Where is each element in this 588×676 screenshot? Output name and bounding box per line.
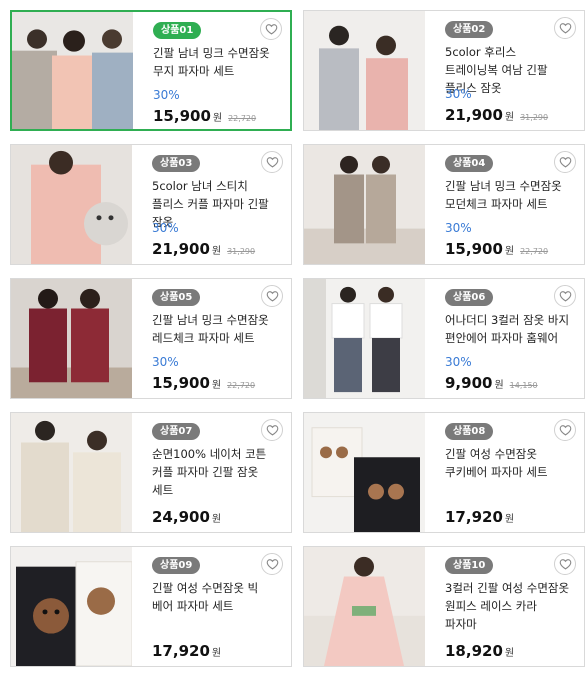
product-title[interactable]: 순면100% 네이처 코튼 커플 파자마 긴팔 잠옷 세트 xyxy=(152,445,278,499)
original-price: 22,720 xyxy=(228,114,257,123)
product-image[interactable] xyxy=(11,145,132,264)
product-card-09[interactable]: 상품09 긴팔 여성 수면잠옷 빅 베어 파자마 세트 17,920 원 xyxy=(10,546,292,667)
product-card-10[interactable]: 상품10 3컬러 긴팔 여성 수면잠옷 원피스 레이스 카라 파자마 18,92… xyxy=(303,546,585,667)
product-badge: 상품02 xyxy=(445,21,494,38)
discount-rate: 30% xyxy=(445,221,472,235)
product-card-01[interactable]: 상품01 긴팔 남녀 밍크 수면잠옷 무지 파자마 세트 30% 15,900 원… xyxy=(10,10,292,131)
product-card-02[interactable]: 상품02 5color 후리스 트레이닝복 여남 긴팔 플리스 잠옷 30% 2… xyxy=(303,10,585,131)
product-card-06[interactable]: 상품06 어나더디 3컬러 잠옷 바지 편안에어 파자마 홈웨어 30% 9,9… xyxy=(303,278,585,399)
original-price: 31,290 xyxy=(520,113,549,122)
currency-label: 원 xyxy=(211,514,222,525)
original-price: 22,720 xyxy=(227,381,256,390)
product-card-08[interactable]: 상품08 긴팔 여성 수면잠옷 쿠키베어 파자마 세트 17,920 원 xyxy=(303,412,585,533)
price-value: 15,900 xyxy=(445,240,503,258)
price-value: 21,900 xyxy=(445,106,503,124)
currency-label: 원 xyxy=(212,113,223,124)
product-image[interactable] xyxy=(304,279,425,398)
product-card-07[interactable]: 상품07 순면100% 네이처 코튼 커플 파자마 긴팔 잠옷 세트 24,90… xyxy=(10,412,292,533)
product-image[interactable] xyxy=(12,12,133,129)
currency-label: 원 xyxy=(211,648,222,659)
price: 21,900 원 31,290 xyxy=(152,240,255,258)
price: 9,900 원 14,150 xyxy=(445,374,538,392)
product-card-04[interactable]: 상품04 긴팔 남녀 밍크 수면잠옷 모던체크 파자마 세트 30% 15,90… xyxy=(303,144,585,265)
product-badge: 상품07 xyxy=(152,423,201,440)
price: 24,900 원 xyxy=(152,508,221,526)
price: 15,900 원 22,720 xyxy=(445,240,548,258)
discount-rate: 30% xyxy=(152,355,179,369)
product-badge: 상품06 xyxy=(445,289,494,306)
product-image[interactable] xyxy=(11,413,132,532)
product-card-03[interactable]: 상품03 5color 남녀 스티치 플리스 커플 파자마 긴팔 잠옷 30% … xyxy=(10,144,292,265)
product-title[interactable]: 어나더디 3컬러 잠옷 바지 편안에어 파자마 홈웨어 xyxy=(445,311,571,347)
price: 18,920 원 xyxy=(445,642,514,660)
original-price: 22,720 xyxy=(520,247,549,256)
heart-outline-icon[interactable] xyxy=(554,419,576,441)
product-card-05[interactable]: 상품05 긴팔 남녀 밍크 수면잠옷 레드체크 파자마 세트 30% 15,90… xyxy=(10,278,292,399)
heart-outline-icon[interactable] xyxy=(554,285,576,307)
discount-rate: 30% xyxy=(152,221,179,235)
price-value: 18,920 xyxy=(445,642,503,660)
heart-outline-icon[interactable] xyxy=(261,285,283,307)
price: 21,900 원 31,290 xyxy=(445,106,548,124)
product-badge: 상품08 xyxy=(445,423,494,440)
currency-label: 원 xyxy=(504,514,515,525)
heart-outline-icon[interactable] xyxy=(261,553,283,575)
product-title[interactable]: 3컬러 긴팔 여성 수면잠옷 원피스 레이스 카라 파자마 xyxy=(445,579,571,633)
price-value: 21,900 xyxy=(152,240,210,258)
price-value: 15,900 xyxy=(152,374,210,392)
heart-outline-icon[interactable] xyxy=(554,151,576,173)
original-price: 31,290 xyxy=(227,247,256,256)
product-title[interactable]: 긴팔 남녀 밍크 수면잠옷 모던체크 파자마 세트 xyxy=(445,177,571,213)
currency-label: 원 xyxy=(494,380,504,391)
heart-outline-icon[interactable] xyxy=(260,18,282,40)
product-badge: 상품03 xyxy=(152,155,201,172)
price-value: 15,900 xyxy=(153,107,211,125)
discount-rate: 30% xyxy=(153,88,180,102)
price-value: 17,920 xyxy=(152,642,210,660)
heart-outline-icon[interactable] xyxy=(261,419,283,441)
discount-rate: 30% xyxy=(445,355,472,369)
price-value: 9,900 xyxy=(445,374,493,392)
price-value: 24,900 xyxy=(152,508,210,526)
original-price: 14,150 xyxy=(509,381,538,390)
product-image[interactable] xyxy=(304,413,425,532)
product-title[interactable]: 긴팔 여성 수면잠옷 쿠키베어 파자마 세트 xyxy=(445,445,571,481)
product-badge: 상품09 xyxy=(152,557,201,574)
product-image[interactable] xyxy=(11,547,132,666)
price: 17,920 원 xyxy=(445,508,514,526)
price-value: 17,920 xyxy=(445,508,503,526)
heart-outline-icon[interactable] xyxy=(261,151,283,173)
discount-rate: 30% xyxy=(445,87,472,101)
heart-outline-icon[interactable] xyxy=(554,553,576,575)
currency-label: 원 xyxy=(504,112,515,123)
currency-label: 원 xyxy=(211,380,222,391)
currency-label: 원 xyxy=(504,648,515,659)
product-badge: 상품01 xyxy=(153,22,202,39)
product-image[interactable] xyxy=(304,11,425,130)
price: 17,920 원 xyxy=(152,642,221,660)
product-image[interactable] xyxy=(304,547,425,666)
product-image[interactable] xyxy=(11,279,132,398)
product-image[interactable] xyxy=(304,145,425,264)
product-title[interactable]: 긴팔 남녀 밍크 수면잠옷 레드체크 파자마 세트 xyxy=(152,311,278,347)
product-badge: 상품04 xyxy=(445,155,494,172)
heart-outline-icon[interactable] xyxy=(554,17,576,39)
product-title[interactable]: 긴팔 여성 수면잠옷 빅 베어 파자마 세트 xyxy=(152,579,278,615)
price: 15,900 원 22,720 xyxy=(152,374,255,392)
product-badge: 상품05 xyxy=(152,289,201,306)
currency-label: 원 xyxy=(211,246,222,257)
price: 15,900 원 22,720 xyxy=(153,107,256,125)
product-badge: 상품10 xyxy=(445,557,494,574)
currency-label: 원 xyxy=(504,246,515,257)
product-title[interactable]: 긴팔 남녀 밍크 수면잠옷 무지 파자마 세트 xyxy=(153,44,279,80)
